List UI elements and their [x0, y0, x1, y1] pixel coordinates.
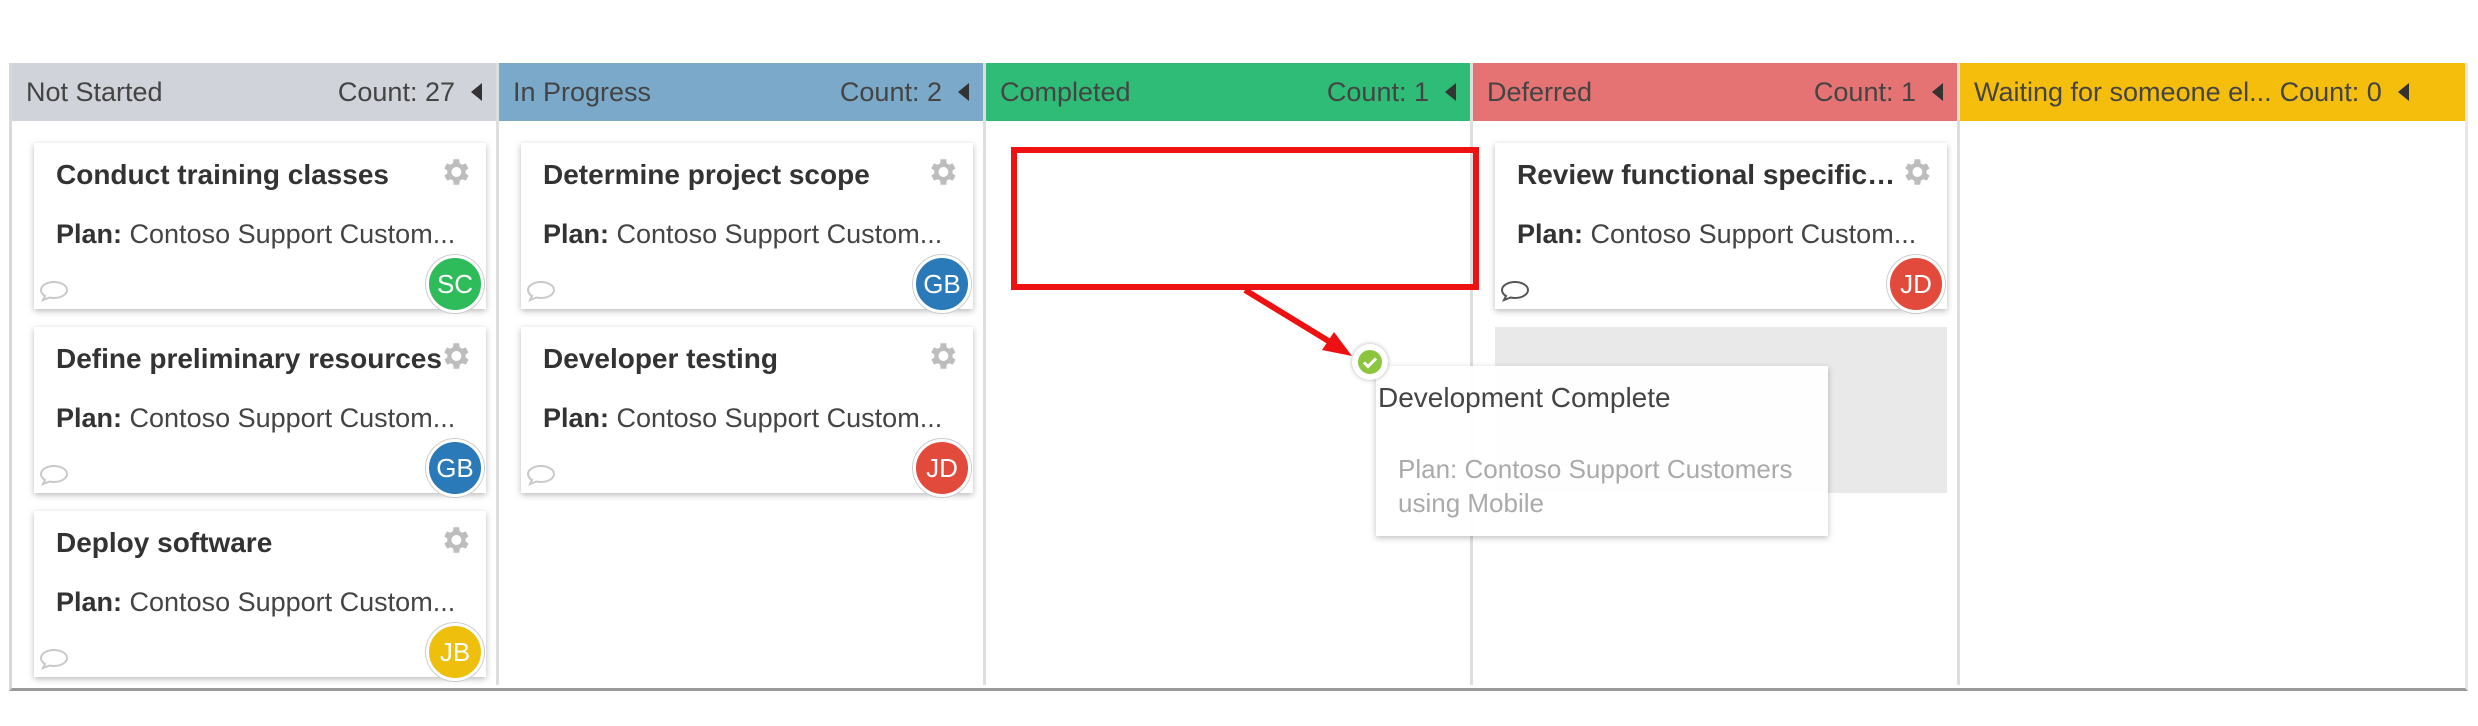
plan-label: Plan: — [1398, 454, 1458, 484]
annotation-arrow — [1243, 287, 1352, 356]
task-plan: Plan: Contoso Support Customers using Mo… — [1398, 452, 1818, 520]
task-title: Development Complete — [1378, 382, 1671, 413]
dragging-task-card[interactable]: Development Complete Plan: Contoso Suppo… — [1376, 366, 1828, 536]
check-circle-icon — [1352, 344, 1388, 380]
plan-name: Contoso Support Customers using Mobile — [1398, 454, 1793, 518]
